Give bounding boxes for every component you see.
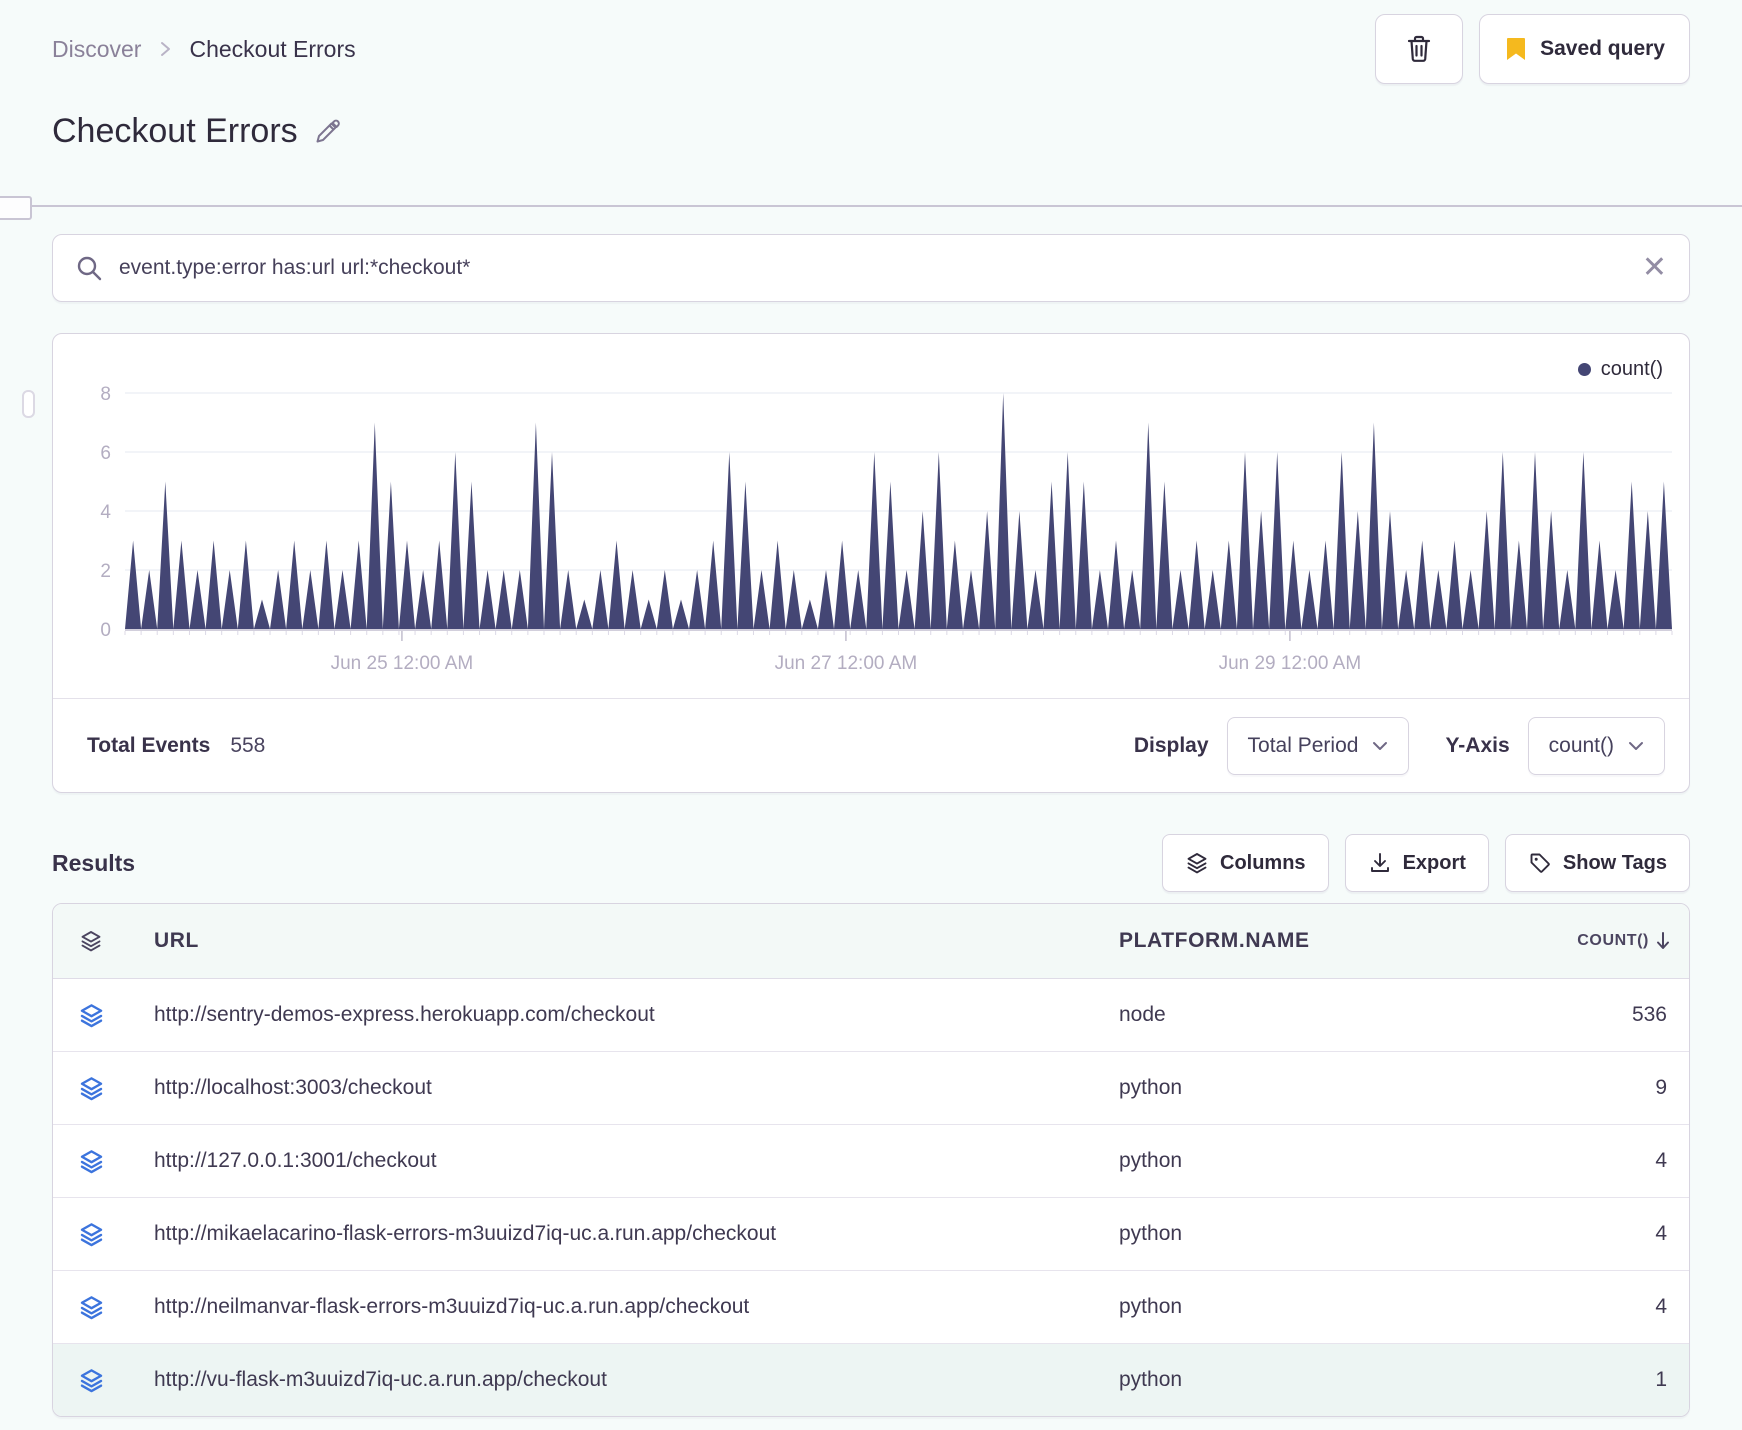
search-icon: [75, 254, 103, 282]
svg-text:8: 8: [100, 384, 111, 405]
breadcrumb-current: Checkout Errors: [189, 35, 356, 62]
events-chart-card: 0 2 4 6 8 Jun 25 12:00 AM Jun 27 12:00 AM Jun 2…: [52, 333, 1690, 793]
row-platform: python: [1119, 1222, 1183, 1245]
column-header-count[interactable]: COUNT(): [1499, 931, 1689, 951]
svg-text:6: 6: [100, 443, 111, 464]
row-url[interactable]: http://mikaelacarino-flask-errors-m3uuiz…: [129, 1222, 1119, 1246]
saved-query-button[interactable]: Saved query: [1479, 14, 1690, 84]
scroll-pill: [22, 390, 35, 418]
open-stack-icon[interactable]: [53, 1294, 129, 1321]
column-header-platform[interactable]: PLATFORM.NAME: [1119, 929, 1499, 953]
open-stack-icon[interactable]: [53, 1367, 129, 1394]
row-count: 1: [1655, 1368, 1667, 1391]
edit-title-pencil-icon[interactable]: [312, 117, 342, 147]
search-bar[interactable]: ✕: [52, 234, 1690, 302]
table-row: http://localhost:3003/checkout python 9: [53, 1052, 1689, 1125]
table-row: http://sentry-demos-express.herokuapp.co…: [53, 979, 1689, 1052]
column-header-url[interactable]: URL: [129, 929, 1119, 953]
results-heading: Results: [52, 849, 136, 876]
table-row: http://neilmanvar-flask-errors-m3uuizd7i…: [53, 1271, 1689, 1344]
columns-button[interactable]: Columns: [1162, 834, 1329, 892]
row-url[interactable]: http://neilmanvar-flask-errors-m3uuizd7i…: [129, 1295, 1119, 1319]
open-stack-icon[interactable]: [53, 1002, 129, 1029]
svg-text:Jun 25 12:00 AM: Jun 25 12:00 AM: [331, 653, 474, 674]
open-stack-icon[interactable]: [53, 1221, 129, 1248]
legend-label: count(): [1600, 358, 1663, 380]
open-stack-icon[interactable]: [53, 1148, 129, 1175]
delete-query-button[interactable]: [1375, 14, 1464, 84]
table-body: http://sentry-demos-express.herokuapp.co…: [53, 979, 1689, 1416]
svg-text:Jun 29 12:00 AM: Jun 29 12:00 AM: [1219, 653, 1362, 674]
search-input[interactable]: [117, 255, 1628, 281]
results-actions: Columns Export Show Tags: [1162, 834, 1690, 892]
events-chart-svg: 0 2 4 6 8 Jun 25 12:00 AM Jun 27 12:00 AM Jun 2…: [100, 384, 1673, 674]
row-platform: node: [1119, 1003, 1166, 1026]
svg-text:0: 0: [100, 620, 111, 641]
row-count: 4: [1655, 1149, 1667, 1172]
row-platform: python: [1119, 1149, 1183, 1172]
row-url[interactable]: http://localhost:3003/checkout: [129, 1076, 1119, 1100]
row-platform: python: [1119, 1076, 1183, 1099]
table-row: http://mikaelacarino-flask-errors-m3uuiz…: [53, 1198, 1689, 1271]
display-label: Display: [1133, 734, 1209, 757]
table-header-row: URL PLATFORM.NAME COUNT(): [53, 904, 1689, 979]
svg-text:2: 2: [100, 561, 111, 582]
page-title: Checkout Errors: [52, 112, 298, 150]
chart-footer: Total Events 558 Display Total Period Y-…: [53, 699, 1689, 793]
row-count: 4: [1655, 1295, 1667, 1318]
chart-legend[interactable]: count(): [1577, 358, 1663, 381]
svg-text:Jun 27 12:00 AM: Jun 27 12:00 AM: [775, 653, 918, 674]
breadcrumb: Discover Checkout Errors: [52, 36, 356, 63]
results-header-row: Results Columns Export Show Tags: [52, 833, 1690, 893]
chevron-down-icon: [1372, 740, 1388, 752]
breadcrumb-discover[interactable]: Discover: [52, 36, 141, 63]
total-events-label: Total Events: [87, 734, 211, 757]
events-chart[interactable]: 0 2 4 6 8 Jun 25 12:00 AM Jun 27 12:00 AM Jun 2…: [53, 334, 1689, 684]
header-collapse-handle[interactable]: [0, 196, 32, 220]
columns-button-label: Columns: [1220, 851, 1306, 874]
results-table: URL PLATFORM.NAME COUNT() http://sentry-…: [52, 903, 1690, 1417]
open-stack-icon[interactable]: [53, 1075, 129, 1102]
display-dropdown[interactable]: Total Period: [1226, 717, 1410, 775]
sort-desc-arrow-icon: [1655, 931, 1671, 951]
edit-columns-icon[interactable]: [53, 929, 129, 953]
chevron-down-icon: [1628, 740, 1644, 752]
row-url[interactable]: http://127.0.0.1:3001/checkout: [129, 1149, 1119, 1173]
show-tags-button[interactable]: Show Tags: [1504, 834, 1690, 892]
search-clear-icon[interactable]: ✕: [1642, 253, 1667, 283]
breadcrumb-chevron-icon: [157, 39, 173, 59]
bookmark-icon: [1504, 35, 1528, 63]
total-events-value: 558: [230, 734, 266, 757]
saved-query-label: Saved query: [1540, 37, 1665, 60]
y-axis-dropdown-value: count(): [1548, 734, 1614, 757]
table-row: http://vu-flask-m3uuizd7iq-uc.a.run.app/…: [53, 1344, 1689, 1416]
export-button[interactable]: Export: [1344, 834, 1489, 892]
top-actions: Saved query: [1375, 14, 1690, 84]
display-dropdown-value: Total Period: [1247, 734, 1359, 757]
column-header-count-label: COUNT(): [1577, 932, 1649, 949]
svg-text:4: 4: [100, 502, 111, 523]
download-icon: [1368, 851, 1392, 875]
y-axis-label: Y-Axis: [1445, 734, 1510, 757]
legend-dot-icon: [1577, 363, 1591, 376]
table-row: http://127.0.0.1:3001/checkout python 4: [53, 1125, 1689, 1198]
row-count: 536: [1631, 1003, 1667, 1026]
row-count: 4: [1655, 1222, 1667, 1245]
row-url[interactable]: http://sentry-demos-express.herokuapp.co…: [129, 1003, 1119, 1027]
y-axis-dropdown[interactable]: count(): [1527, 717, 1665, 775]
show-tags-button-label: Show Tags: [1562, 851, 1667, 874]
row-url[interactable]: http://vu-flask-m3uuizd7iq-uc.a.run.app/…: [129, 1368, 1119, 1392]
top-bar: Discover Checkout Errors Saved query: [52, 14, 1690, 84]
layers-icon: [1185, 851, 1209, 875]
header-divider: [0, 205, 1742, 207]
row-platform: python: [1119, 1295, 1183, 1318]
export-button-label: Export: [1402, 851, 1466, 874]
trash-icon: [1405, 34, 1433, 64]
row-platform: python: [1119, 1368, 1183, 1391]
tag-icon: [1528, 851, 1552, 875]
row-count: 9: [1655, 1076, 1667, 1099]
page-title-row: Checkout Errors: [52, 112, 342, 151]
